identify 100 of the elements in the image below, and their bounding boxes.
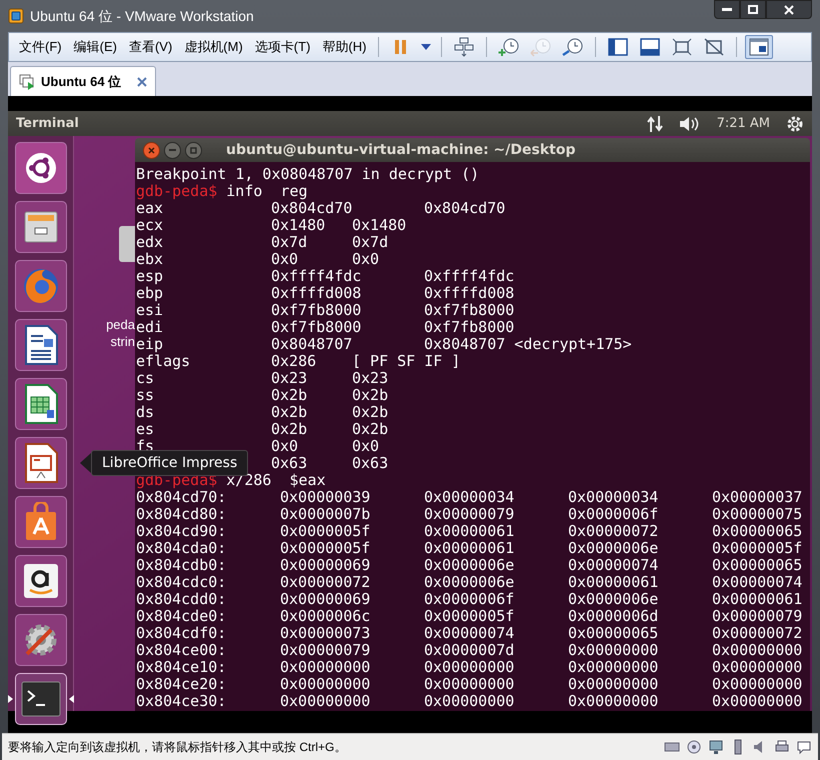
- bottom-panel-layout-icon: [640, 38, 660, 56]
- clock-wrench-icon: [562, 37, 584, 57]
- desktop-icon-label: strin: [110, 333, 135, 350]
- terminal-title: ubuntu@ubuntu-virtual-machine: ~/Desktop: [226, 140, 576, 160]
- maximize-button[interactable]: [740, 0, 766, 19]
- register-name: ss: [136, 386, 154, 404]
- launcher-item[interactable]: [14, 555, 66, 607]
- close-button[interactable]: [766, 0, 812, 19]
- close-icon[interactable]: [137, 76, 148, 86]
- register-natural-value: 0x8048707 <decrypt+175>: [424, 336, 632, 353]
- launcher-item[interactable]: [14, 437, 66, 489]
- memory-word: 0x0000006e: [568, 539, 658, 557]
- register-natural-value: 0x804cd70: [424, 200, 506, 217]
- launcher-item[interactable]: [14, 673, 66, 725]
- maximize-icon: [748, 5, 758, 14]
- memory-word: 0x0000007d: [424, 641, 514, 659]
- disc-icon[interactable]: [686, 739, 702, 755]
- menu-item[interactable]: 选项卡(T): [248, 35, 316, 59]
- memory-word: 0x00000073: [280, 624, 370, 642]
- register-name: ebx: [136, 250, 164, 268]
- keyboard-keys-icon: [454, 37, 474, 57]
- text-document-icon: [22, 324, 58, 366]
- memory-word: 0x0000006e: [424, 556, 514, 574]
- memory-address: 0x804ce10:: [136, 658, 226, 676]
- register-value: 0x0: [271, 250, 298, 268]
- register-value: 0x804cd70: [271, 199, 352, 217]
- memory-word: 0x00000061: [424, 522, 514, 540]
- menu-item[interactable]: 帮助(H): [316, 35, 372, 59]
- memory-word: 0x00000061: [424, 539, 514, 557]
- register-value: 0x2b: [271, 386, 308, 404]
- memory-address: 0x804cdc0:: [136, 573, 226, 591]
- register-natural-value: 0x0: [352, 251, 380, 268]
- register-name: eax: [136, 199, 164, 217]
- memory-word: 0x0000007b: [280, 505, 370, 523]
- memory-word: 0x00000000: [712, 675, 802, 693]
- memory-word: 0x00000065: [712, 522, 802, 540]
- register-name: eip: [136, 335, 164, 353]
- launcher-item[interactable]: [14, 142, 66, 194]
- memory-address: 0x804ce30:: [136, 692, 226, 710]
- memory-word: 0x0000005f: [280, 539, 370, 557]
- register-natural-value: 0x1480: [352, 217, 406, 234]
- register-natural-value: 0x2b: [352, 387, 388, 404]
- memory-word: 0x00000000: [712, 692, 802, 710]
- memory-word: 0x00000000: [424, 658, 514, 676]
- network-icon[interactable]: [708, 739, 724, 755]
- memory-word: 0x00000000: [568, 641, 658, 659]
- memory-word: 0x00000072: [712, 624, 802, 642]
- memory-word: 0x00000074: [568, 556, 658, 574]
- register-natural-value: 0xf7fb8000: [424, 319, 514, 336]
- memory-word: 0x00000065: [712, 556, 802, 574]
- minimize-button[interactable]: [714, 0, 740, 19]
- active-indicator-icon: [68, 695, 74, 703]
- memory-word: 0x00000000: [424, 675, 514, 693]
- minimize-icon: [169, 149, 176, 151]
- memory-word: 0x00000034: [568, 488, 658, 506]
- launcher-item[interactable]: [14, 201, 66, 253]
- register-value: 0x23: [271, 369, 308, 387]
- menu-item[interactable]: 编辑(E): [68, 35, 123, 59]
- network-arrows-icon[interactable]: [646, 114, 663, 132]
- memory-word: 0x0000005f: [712, 539, 802, 557]
- memory-address: 0x804cd80:: [136, 505, 226, 523]
- active-indicator-icon: [8, 695, 12, 703]
- memory-word: 0x00000000: [280, 692, 370, 710]
- menu-item[interactable]: 虚拟机(M): [178, 35, 249, 59]
- menu-item[interactable]: 查看(V): [122, 35, 178, 59]
- memory-word: 0x0000006c: [280, 607, 370, 625]
- register-name: ecx: [136, 216, 164, 234]
- register-value: 0x0: [271, 437, 298, 455]
- launcher-item[interactable]: [14, 496, 66, 548]
- menu-item[interactable]: 文件(F): [13, 35, 68, 59]
- clock-back-icon: [530, 37, 552, 57]
- launcher-item[interactable]: [14, 378, 66, 430]
- memory-word: 0x00000075: [712, 505, 802, 523]
- launcher-item[interactable]: [14, 319, 66, 371]
- caret-icon: [421, 44, 432, 50]
- memory-word: 0x00000065: [568, 624, 658, 642]
- volume-icon[interactable]: [678, 116, 701, 132]
- app-logo-icon: [8, 8, 24, 24]
- memory-word: 0x0000005f: [280, 522, 370, 540]
- memory-word: 0x00000037: [712, 488, 802, 506]
- register-natural-value: 0x23: [352, 370, 388, 387]
- sidebar-layout-icon: [608, 38, 628, 56]
- message-icon[interactable]: [796, 739, 812, 755]
- clock[interactable]: 7:21 AM: [716, 114, 770, 134]
- memory-word: 0x00000000: [568, 675, 658, 693]
- gear-icon[interactable]: [786, 114, 804, 132]
- memory-address: 0x804cd70:: [136, 488, 226, 506]
- hard-drive-icon[interactable]: [664, 740, 680, 754]
- close-icon: [148, 146, 155, 154]
- vm-play-icon: [19, 74, 35, 90]
- register-value: 0x63: [271, 454, 308, 472]
- register-value: 0xffffd008: [271, 284, 362, 302]
- vm-tab[interactable]: Ubuntu 64 位: [10, 66, 156, 96]
- memory-word: 0x00000000: [568, 692, 658, 710]
- memory-address: 0x804cdd0:: [136, 590, 226, 608]
- register-value: 0x1480: [271, 216, 326, 234]
- memory-address: 0x804cde0:: [136, 607, 226, 625]
- memory-word: 0x0000006f: [568, 505, 658, 523]
- memory-address: 0x804cda0:: [136, 539, 226, 557]
- toolbar-button[interactable]: [745, 35, 774, 59]
